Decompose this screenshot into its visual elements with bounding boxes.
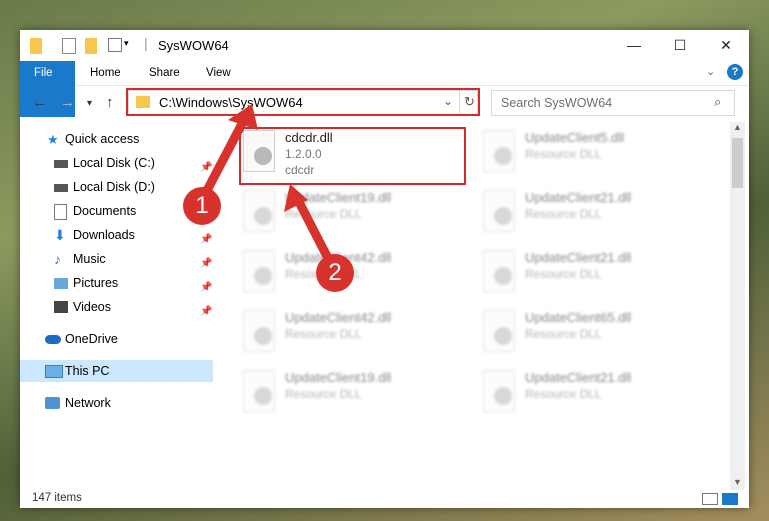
callout-1: 1	[183, 187, 221, 225]
callout-2: 2	[316, 254, 354, 292]
callout-arrows	[197, 104, 337, 271]
